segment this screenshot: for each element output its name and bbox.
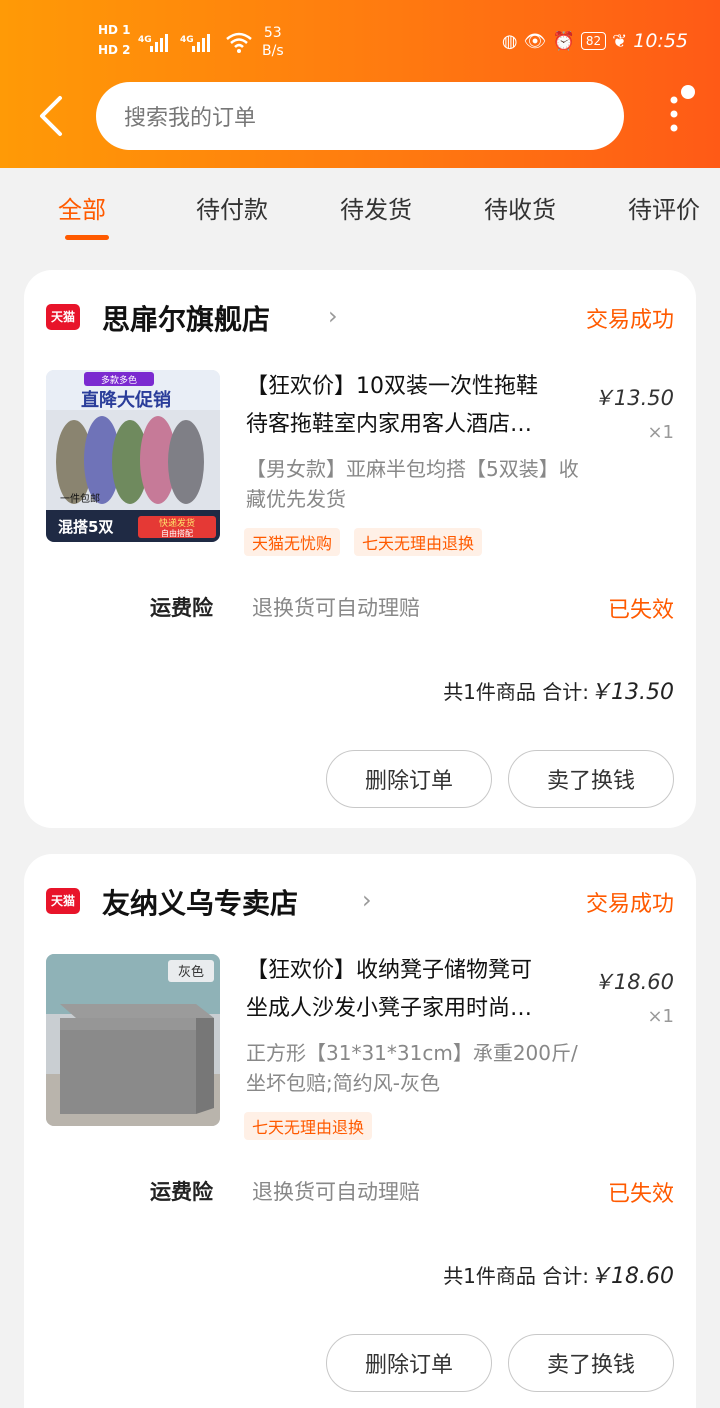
service-tags: 天猫无忧购 七天无理由退换 xyxy=(244,528,483,556)
battery-indicator: 82 xyxy=(580,32,607,50)
thumb-text-1: 灰色 xyxy=(178,964,204,980)
shop-header[interactable]: 天猫 友纳义乌专卖店 › 交易成功 xyxy=(46,882,674,922)
network-speed: 53 B/s xyxy=(262,24,284,60)
signal-icon: 4G 4G xyxy=(138,34,210,52)
thumb-text-5: 快递发货 xyxy=(159,517,195,529)
order-summary: 共1件商品 合计:￥18.60 xyxy=(443,1258,674,1290)
summary-total: ￥13.50 xyxy=(589,680,674,705)
order-status: 交易成功 xyxy=(585,308,674,333)
alarm-icon: ⏰ xyxy=(552,30,575,52)
shop-name[interactable]: 思扉尔旗舰店 xyxy=(102,298,270,338)
hd1-label: HD 1 xyxy=(98,23,131,37)
clock-time: 10:55 xyxy=(633,30,688,52)
svg-text:4G: 4G xyxy=(180,35,194,45)
hd2-label: HD 2 xyxy=(98,43,131,57)
thumb-text-2: 直降大促销 xyxy=(81,389,171,411)
tab-all[interactable]: 全部 xyxy=(58,190,106,225)
product-title-line2: 待客拖鞋室内家用客人酒店… xyxy=(246,412,533,437)
status-right: ◍ 👁 ⏰ 82 ❦ 10:55 xyxy=(502,30,688,52)
product-title[interactable]: 【狂欢价】收纳凳子储物凳可 坐成人沙发小凳子家用时尚… xyxy=(246,952,596,1028)
chevron-right-icon: › xyxy=(328,302,338,330)
thumb-text-3: 一件包邮 xyxy=(60,492,100,505)
service-tag: 七天无理由退换 xyxy=(354,528,483,556)
insurance-desc: 退换货可自动理赔 xyxy=(252,596,420,620)
search-input[interactable]: 搜索我的订单 xyxy=(96,82,624,150)
resell-button[interactable]: 卖了换钱 xyxy=(508,750,674,808)
tab-pending-review[interactable]: 待评价 xyxy=(628,190,700,225)
tab-pending-payment[interactable]: 待付款 xyxy=(196,190,268,225)
hd-indicator: HD 1 HD 2 xyxy=(98,22,131,58)
product-title-line2: 坐成人沙发小凳子家用时尚… xyxy=(246,996,533,1021)
speed-value: 53 xyxy=(263,25,282,41)
thumb-text-4: 混搭5双 xyxy=(58,518,113,536)
product-quantity: ×1 xyxy=(647,1006,674,1027)
more-menu-icon[interactable] xyxy=(662,84,702,136)
product-title-line1: 【狂欢价】收纳凳子储物凳可 xyxy=(246,958,533,983)
thumb-text-1: 多款多色 xyxy=(101,374,137,386)
product-image[interactable]: 多款多色 直降大促销 一件包邮 混搭5双 快递发货 自由搭配 xyxy=(46,370,220,542)
search-placeholder: 搜索我的订单 xyxy=(124,106,257,131)
svg-text:4G: 4G xyxy=(138,35,152,45)
product-title[interactable]: 【狂欢价】10双装一次性拖鞋 待客拖鞋室内家用客人酒店… xyxy=(246,368,596,444)
insurance-desc: 退换货可自动理赔 xyxy=(252,1180,420,1204)
product-price: ￥18.60 xyxy=(592,970,674,994)
order-card: 天猫 友纳义乌专卖店 › 交易成功 灰色 【狂欢价】收纳凳子储物凳可 坐成人沙发… xyxy=(24,854,696,1408)
order-card: 天猫 思扉尔旗舰店 › 交易成功 多款多色 直降大促销 一件包邮 混搭5双 快递… xyxy=(24,270,696,828)
service-tag: 天猫无忧购 xyxy=(244,528,341,556)
shop-header[interactable]: 天猫 思扉尔旗舰店 › 交易成功 xyxy=(46,298,674,338)
delete-order-button[interactable]: 删除订单 xyxy=(326,750,492,808)
speed-unit: B/s xyxy=(262,43,284,59)
eye-icon: 👁 xyxy=(523,30,547,52)
tab-pending-receipt[interactable]: 待收货 xyxy=(484,190,556,225)
tmall-badge: 天猫 xyxy=(46,304,80,330)
thumb-text-6: 自由搭配 xyxy=(161,528,193,538)
product-price: ￥13.50 xyxy=(592,386,674,410)
insurance-label: 运费险 xyxy=(150,1180,213,1204)
back-arrow-icon[interactable] xyxy=(34,94,74,138)
chevron-right-icon: › xyxy=(362,886,372,914)
wifi-icon xyxy=(226,32,252,53)
top-header: HD 1 HD 2 4G 4G 53 B/s ◍ 👁 ⏰ 82 ❦ 10:55 … xyxy=(0,0,720,168)
product-spec: 【男女款】亚麻半包均搭【5双装】收藏优先发货 xyxy=(246,457,579,511)
resell-button[interactable]: 卖了换钱 xyxy=(508,1334,674,1392)
summary-prefix: 共1件商品 合计: xyxy=(443,1264,590,1288)
shop-name[interactable]: 友纳义乌专卖店 xyxy=(102,882,298,922)
service-tag: 七天无理由退换 xyxy=(244,1112,373,1140)
product-spec: 正方形【31*31*31cm】承重200斤/坐坏包赔;简约风-灰色 xyxy=(246,1041,578,1095)
summary-total: ￥18.60 xyxy=(589,1264,674,1289)
summary-prefix: 共1件商品 合计: xyxy=(443,680,590,704)
leaf-icon: ❦ xyxy=(612,30,628,52)
order-status: 交易成功 xyxy=(585,892,674,917)
delete-order-button[interactable]: 删除订单 xyxy=(326,1334,492,1392)
product-title-line1: 【狂欢价】10双装一次性拖鞋 xyxy=(246,374,538,399)
tmall-badge: 天猫 xyxy=(46,888,80,914)
tab-pending-shipment[interactable]: 待发货 xyxy=(340,190,412,225)
product-quantity: ×1 xyxy=(647,422,674,443)
order-summary: 共1件商品 合计:￥13.50 xyxy=(443,674,674,706)
active-tab-indicator xyxy=(65,235,109,240)
insurance-label: 运费险 xyxy=(150,596,213,620)
product-image[interactable]: 灰色 xyxy=(46,954,220,1126)
status-bar: HD 1 HD 2 4G 4G 53 B/s ◍ 👁 ⏰ 82 ❦ 10:55 xyxy=(98,22,688,62)
insurance-status: 已失效 xyxy=(607,1182,674,1207)
insurance-status: 已失效 xyxy=(607,598,674,623)
nfc-icon: ◍ xyxy=(501,30,518,52)
service-tags: 七天无理由退换 xyxy=(244,1112,373,1140)
